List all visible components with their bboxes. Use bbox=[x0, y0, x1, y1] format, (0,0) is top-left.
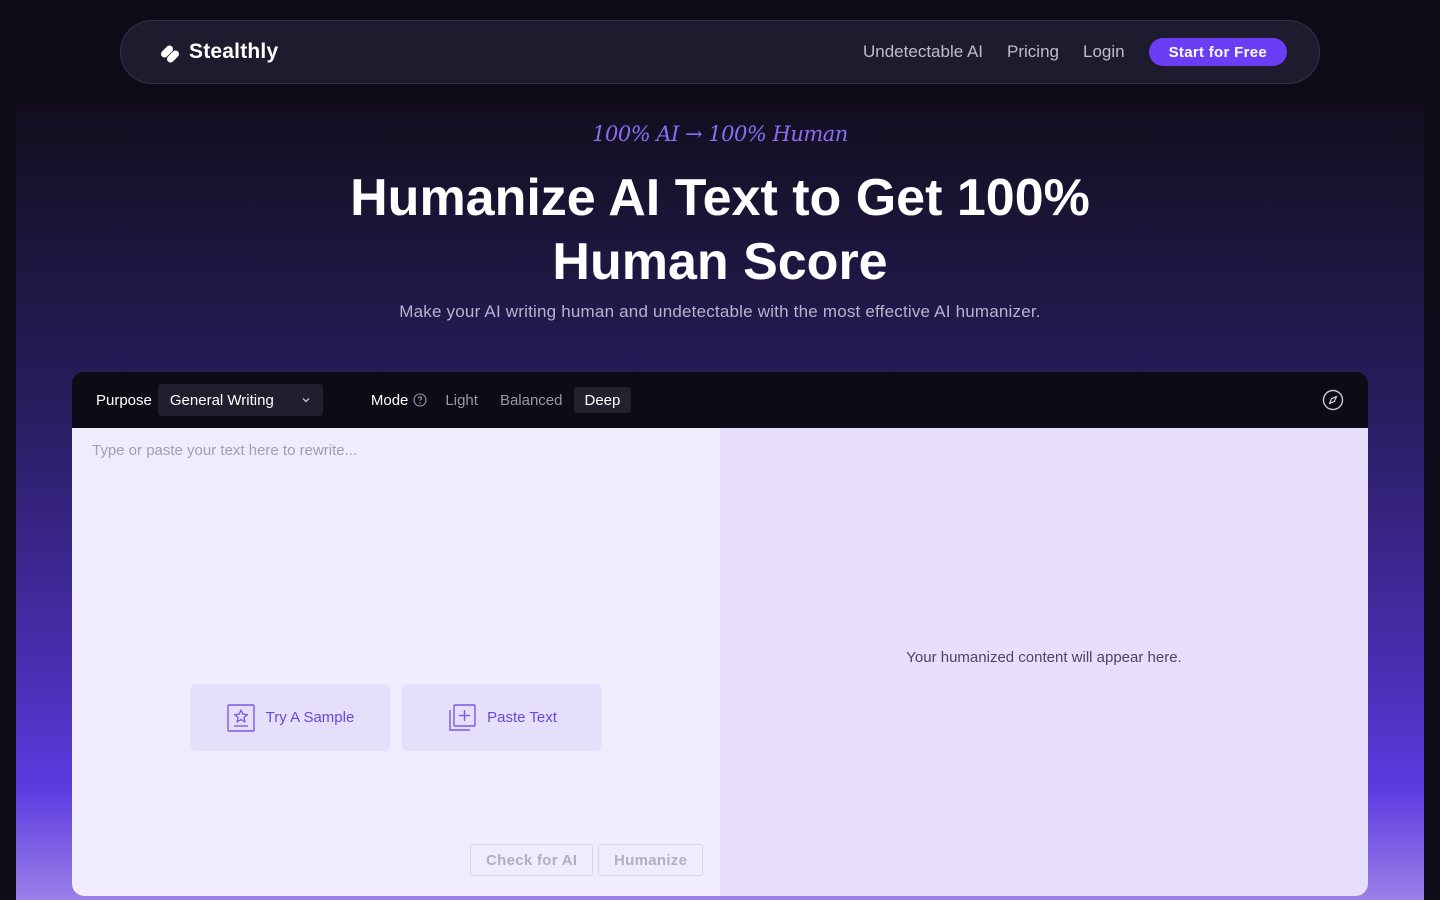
humanizer-tool: Purpose General Writing Mode Light Balan… bbox=[72, 372, 1368, 896]
input-pane[interactable]: Type or paste your text here to rewrite.… bbox=[72, 428, 720, 896]
hero-subtitle: Make your AI writing human and undetecta… bbox=[399, 302, 1041, 321]
nav-link-pricing[interactable]: Pricing bbox=[1007, 42, 1059, 62]
mode-option-balanced[interactable]: Balanced bbox=[489, 387, 574, 413]
output-placeholder: Your humanized content will appear here. bbox=[906, 649, 1182, 666]
paste-text-button[interactable]: Paste Text bbox=[402, 684, 602, 751]
humanize-button[interactable]: Humanize bbox=[598, 844, 704, 876]
paste-plus-icon bbox=[449, 703, 476, 731]
mode-option-deep[interactable]: Deep bbox=[573, 387, 632, 413]
brand[interactable]: Stealthly bbox=[157, 39, 278, 65]
nav-link-undetectable-ai[interactable]: Undetectable AI bbox=[863, 42, 983, 62]
nav-link-login[interactable]: Login bbox=[1083, 42, 1125, 62]
brand-name: Stealthly bbox=[189, 40, 279, 63]
mode-option-light[interactable]: Light bbox=[434, 387, 489, 413]
tool-toolbar: Purpose General Writing Mode Light Balan… bbox=[72, 372, 1368, 428]
chevron-down-icon bbox=[302, 398, 310, 403]
page-title: Humanize AI Text to Get 100% Human Score bbox=[350, 169, 1090, 291]
editor-panes: Type or paste your text here to rewrite.… bbox=[72, 428, 1368, 896]
start-for-free-button[interactable]: Start for Free bbox=[1148, 38, 1287, 66]
top-navbar: Stealthly Undetectable AI Pricing Login … bbox=[120, 20, 1320, 84]
nav-links: Undetectable AI Pricing Login Start for … bbox=[863, 38, 1287, 66]
mode-selector: Mode Light Balanced Deep bbox=[370, 387, 632, 413]
help-icon[interactable] bbox=[413, 393, 427, 407]
paste-text-label: Paste Text bbox=[487, 709, 557, 726]
check-for-ai-button[interactable]: Check for AI bbox=[470, 844, 594, 876]
compass-icon[interactable] bbox=[1322, 389, 1344, 411]
try-sample-label: Try A Sample bbox=[265, 709, 355, 726]
purpose-select[interactable]: General Writing bbox=[157, 384, 323, 416]
input-placeholder: Type or paste your text here to rewrite.… bbox=[92, 442, 358, 459]
purpose-select-value: General Writing bbox=[169, 391, 274, 409]
output-pane: Your humanized content will appear here. bbox=[720, 428, 1368, 896]
sample-star-icon bbox=[226, 703, 255, 732]
try-sample-button[interactable]: Try A Sample bbox=[190, 684, 390, 751]
mode-label: Mode bbox=[370, 391, 409, 409]
hero-tagline: 100% AI → 100% Human bbox=[592, 122, 848, 146]
stealthly-logo-icon bbox=[161, 45, 179, 63]
purpose-label: Purpose bbox=[96, 391, 152, 409]
